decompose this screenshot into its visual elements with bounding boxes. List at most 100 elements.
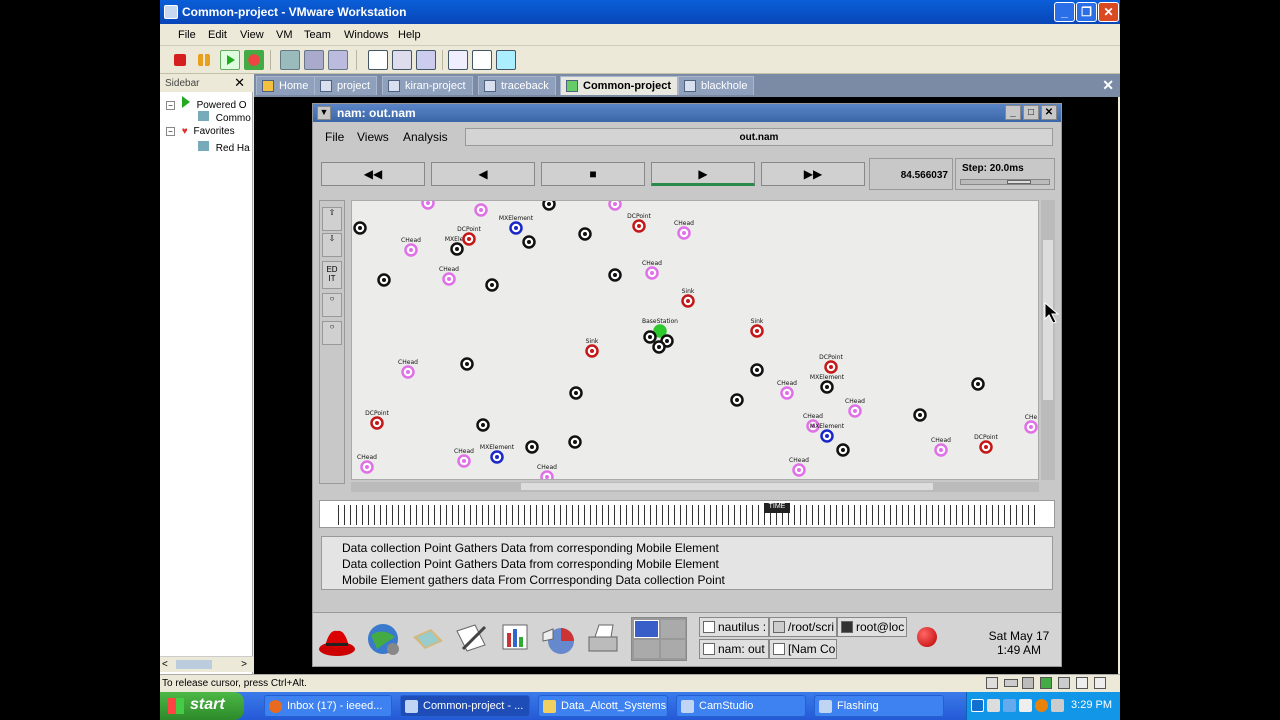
fast-forward-button[interactable]: ▶▶	[761, 162, 865, 186]
network-node[interactable]: MXElement	[810, 374, 845, 394]
redhat-menu-icon[interactable]	[317, 619, 357, 659]
network-node[interactable]: DCPoint	[627, 213, 651, 233]
sidebar-item-favorites[interactable]: − ♥ Favorites	[166, 126, 235, 137]
menu-file[interactable]: File	[178, 29, 196, 41]
sidebar-item-powered-on[interactable]: − Powered O	[166, 96, 247, 111]
network-node[interactable]	[568, 435, 582, 449]
network-node[interactable]: CHead	[537, 464, 557, 480]
network-node[interactable]: MXElement	[480, 444, 515, 464]
network-node[interactable]: DCPoint	[819, 354, 843, 374]
maximize-button[interactable]: ❐	[1076, 2, 1097, 22]
step-slider[interactable]	[960, 179, 1050, 185]
tray-expand-icon[interactable]	[971, 699, 984, 712]
printer-icon[interactable]	[583, 619, 623, 659]
taskbar-item-data-alcott[interactable]: Data_Alcott_Systems	[538, 695, 668, 717]
network-node[interactable]	[485, 278, 499, 292]
network-node[interactable]	[643, 330, 657, 344]
nam-close-button[interactable]: ✕	[1041, 105, 1057, 120]
taskbar-item-flashing[interactable]: Flashing	[814, 695, 944, 717]
suspend-icon[interactable]	[198, 54, 210, 66]
network-node[interactable]	[608, 201, 622, 211]
collapse-icon[interactable]: −	[166, 127, 175, 136]
fullscreen-icon[interactable]	[392, 50, 412, 70]
window-titlebar[interactable]: Common-project - VMware Workstation _ ❐ …	[160, 0, 1120, 24]
sidebar-item-common[interactable]: Commo	[198, 111, 251, 124]
canvas-vscrollbar[interactable]	[1041, 200, 1055, 480]
network-node[interactable]: CHead	[398, 359, 418, 379]
browser-globe-icon[interactable]	[363, 619, 403, 659]
mail-icon[interactable]	[407, 619, 447, 659]
nam-menu-views[interactable]: Views	[357, 130, 389, 144]
workspace-4[interactable]	[661, 640, 685, 658]
start-button[interactable]: start	[160, 692, 244, 720]
menu-vm[interactable]: VM	[276, 29, 293, 41]
network-node[interactable]: Sink	[750, 318, 764, 338]
snapshot-manager-icon[interactable]	[328, 50, 348, 70]
network-node[interactable]	[377, 273, 391, 287]
taskbar-clock[interactable]: 3:29 PM	[1071, 699, 1112, 711]
network-node[interactable]	[730, 393, 744, 407]
network-node[interactable]: CHead	[454, 448, 474, 468]
snapshot-icon[interactable]	[280, 50, 300, 70]
tray-app-icon[interactable]	[1019, 699, 1032, 712]
power-off-icon[interactable]	[174, 54, 186, 66]
scroll-right-icon[interactable]: >	[241, 659, 247, 670]
workspace-2[interactable]	[661, 620, 685, 638]
network-node[interactable]	[608, 268, 622, 282]
window-menu-icon[interactable]: ▼	[317, 106, 331, 120]
presentation-icon[interactable]	[539, 619, 579, 659]
vm-console[interactable]: ▼ nam: out.nam _ □ ✕ File Views Analysis…	[254, 97, 1118, 674]
tray-display-icon[interactable]	[1003, 699, 1016, 712]
revert-snapshot-icon[interactable]	[304, 50, 324, 70]
network-node[interactable]: CHead	[777, 380, 797, 400]
power-on-icon[interactable]	[220, 50, 240, 70]
network-node[interactable]: CHead	[931, 437, 951, 457]
sound-device-icon[interactable]	[1076, 677, 1088, 689]
network-node[interactable]	[569, 386, 583, 400]
network-node[interactable]	[353, 221, 367, 235]
rewind-button[interactable]: ◀	[431, 162, 535, 186]
floppy-device-icon[interactable]	[1022, 677, 1034, 689]
panel-task-terminal[interactable]: root@loc	[837, 617, 907, 637]
zoom-in-icon[interactable]: ⇧	[322, 207, 342, 231]
timeline-marker[interactable]: TIME	[764, 503, 790, 513]
network-node[interactable]	[578, 227, 592, 241]
tray-network-icon[interactable]	[987, 699, 1000, 712]
network-device-icon[interactable]	[986, 677, 998, 689]
workspace-switcher[interactable]	[631, 617, 687, 661]
tray-alert-icon[interactable]	[1035, 699, 1048, 712]
console-view-icon[interactable]	[448, 50, 468, 70]
network-node[interactable]	[476, 418, 490, 432]
taskbar-item-inbox[interactable]: Inbox (17) - ieeed...	[264, 695, 392, 717]
nam-maximize-button[interactable]: □	[1023, 105, 1039, 120]
scroll-left-icon[interactable]: <	[162, 659, 168, 670]
time-slider[interactable]: TIME	[319, 500, 1055, 528]
panel-task-nam-console[interactable]: [Nam Co	[769, 639, 837, 659]
usb-device-icon[interactable]	[1058, 677, 1070, 689]
minimize-button[interactable]: _	[1054, 2, 1075, 22]
menu-team[interactable]: Team	[304, 29, 331, 41]
sidebar-hscrollbar[interactable]: < >	[160, 656, 253, 672]
taskbar-item-camstudio[interactable]: CamStudio	[676, 695, 806, 717]
tab-kiran-project[interactable]: kiran-project	[382, 76, 473, 95]
zoom-out-icon[interactable]: ⇩	[322, 233, 342, 257]
writer-icon[interactable]	[451, 619, 491, 659]
close-tab-icon[interactable]: ✕	[1102, 77, 1114, 94]
collapse-icon[interactable]: −	[166, 101, 175, 110]
sidebar-item-redhat[interactable]: Red Ha	[198, 141, 250, 154]
menu-edit[interactable]: Edit	[208, 29, 227, 41]
scroll-thumb[interactable]	[176, 660, 212, 669]
network-node[interactable]	[652, 340, 666, 354]
nam-menu-analysis[interactable]: Analysis	[403, 130, 448, 144]
node-small-tool-icon[interactable]: ○	[322, 321, 342, 345]
network-node[interactable]	[971, 377, 985, 391]
tray-volume-icon[interactable]	[1051, 699, 1064, 712]
close-button[interactable]: ✕	[1098, 2, 1119, 22]
network-node[interactable]	[421, 201, 435, 210]
panel-task-nautilus[interactable]: nautilus :	[699, 617, 769, 637]
network-node[interactable]: CHead	[401, 237, 421, 257]
panel-task-nam-out[interactable]: nam: out	[699, 639, 769, 659]
workspace-3[interactable]	[634, 640, 659, 658]
step-slider-thumb[interactable]	[1007, 180, 1031, 184]
network-node[interactable]	[460, 357, 474, 371]
